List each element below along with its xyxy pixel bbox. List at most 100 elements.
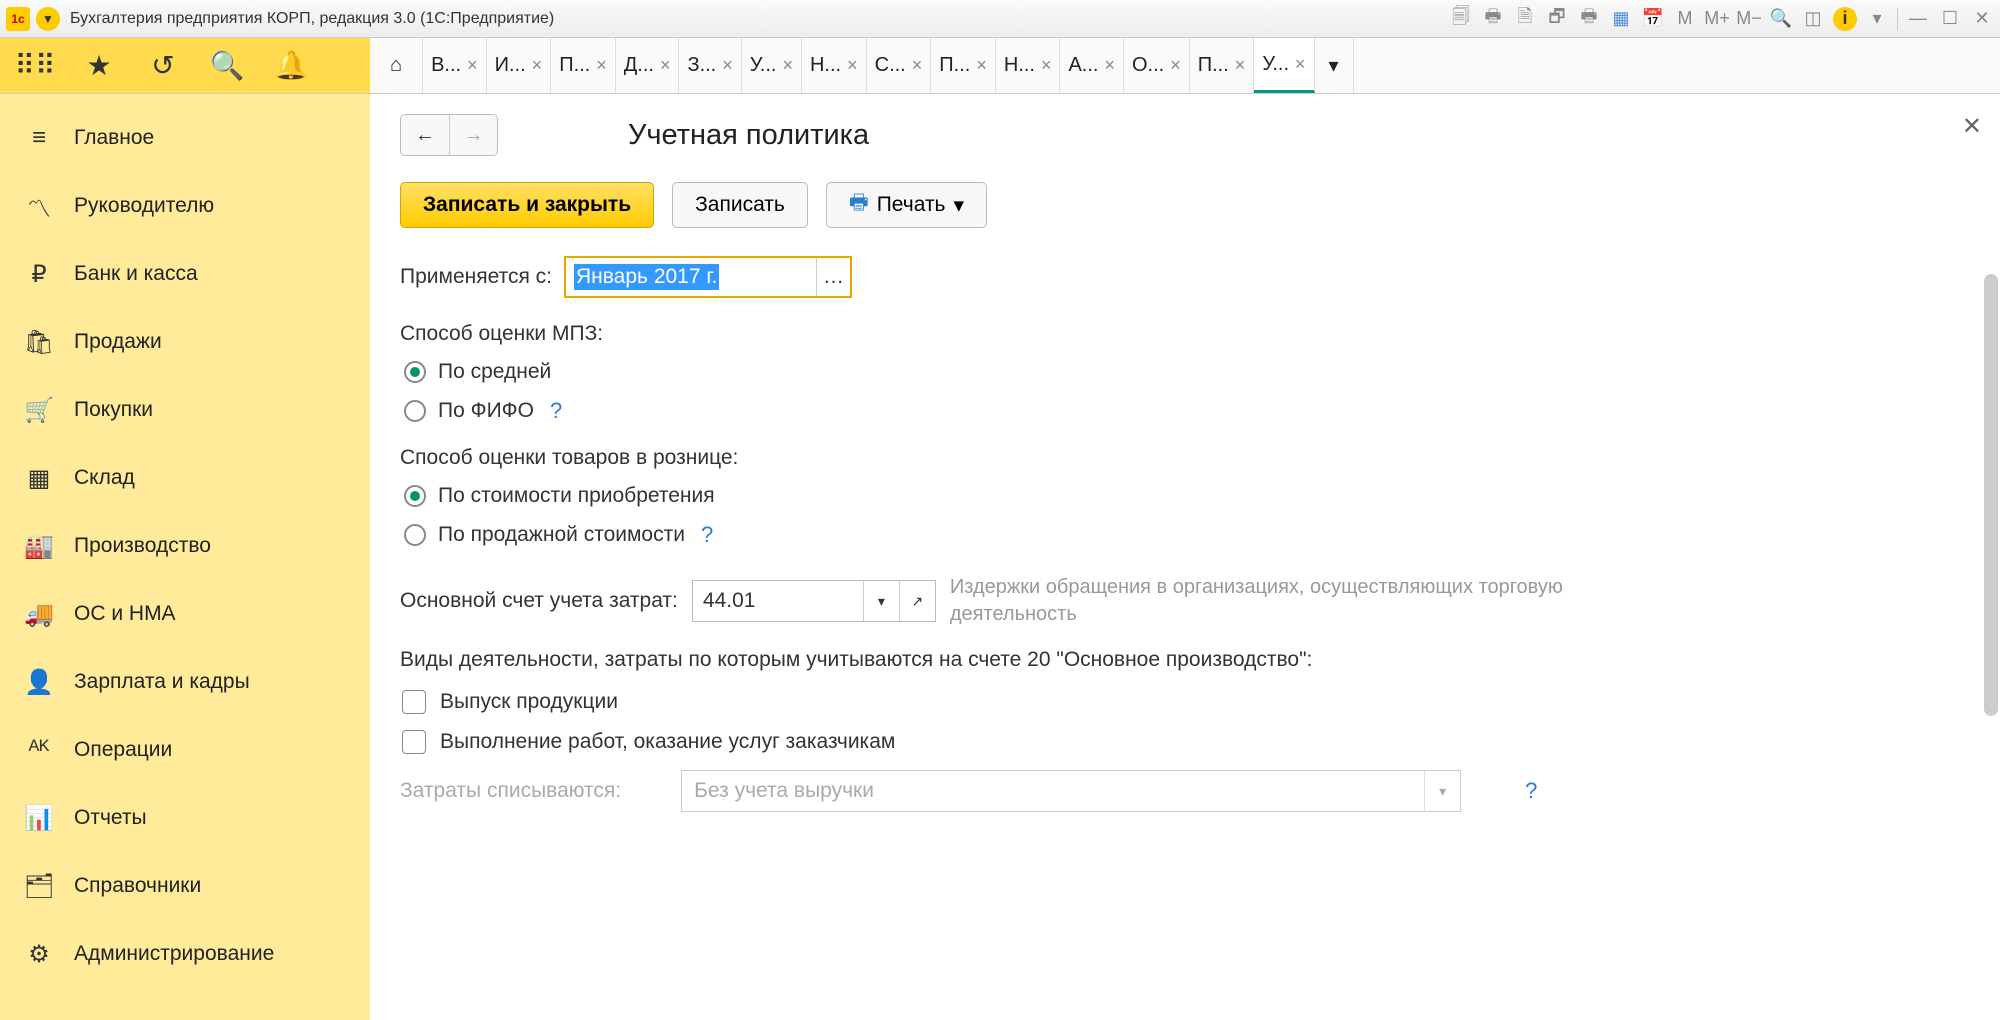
toolbar-compare-icon[interactable]: 🗗 [1545, 7, 1569, 31]
mpz-fifo-label: По ФИФО [438, 399, 534, 423]
tab-1[interactable]: И... × [487, 38, 552, 93]
sidebar-item-3[interactable]: 🛍Продажи [0, 308, 370, 376]
panel-icon[interactable]: ◫ [1801, 7, 1825, 31]
toolbar-print2-icon[interactable]: 🖶 [1577, 7, 1601, 31]
mpz-fifo-option[interactable]: По ФИФО ? [400, 398, 1970, 424]
help-icon[interactable]: ? [1525, 778, 1537, 804]
sidebar-item-10[interactable]: 📊Отчеты [0, 784, 370, 852]
favorites-icon[interactable]: ★ [82, 49, 116, 83]
tab-close-icon[interactable]: × [532, 55, 543, 76]
sidebar-label: Покупки [74, 398, 153, 422]
retail-cost-label: По стоимости приобретения [438, 484, 715, 508]
history-icon[interactable]: ↺ [146, 49, 180, 83]
tab-3[interactable]: Д...× [616, 38, 680, 93]
sidebar-icon: 📊 [24, 804, 54, 833]
close-page-icon[interactable]: ✕ [1962, 112, 1982, 141]
print-button[interactable]: 🖶 Печать ▾ [826, 182, 987, 228]
tab-close-icon[interactable]: × [976, 55, 987, 76]
account-field[interactable]: 44.01 ▾ ↗ [692, 580, 936, 622]
scrollbar[interactable] [1984, 274, 1998, 1010]
toolbar-save-icon[interactable]: 🗐 [1449, 7, 1473, 31]
retail-sale-option[interactable]: По продажной стоимости ? [400, 522, 1970, 548]
tab-7[interactable]: С...× [867, 38, 932, 93]
tab-9[interactable]: Н...× [996, 38, 1061, 93]
memory-mminus-icon[interactable]: M− [1737, 7, 1761, 31]
tab-6[interactable]: Н... × [802, 38, 867, 93]
mpz-avg-option[interactable]: По средней [400, 360, 1970, 384]
maximize-icon[interactable]: ☐ [1938, 7, 1962, 31]
sidebar-label: Зарплата и кадры [74, 670, 250, 694]
tab-close-icon[interactable]: × [467, 55, 478, 76]
sidebar-label: ОС и НМА [74, 602, 176, 626]
tab-home[interactable]: ⌂ [370, 38, 423, 93]
save-button[interactable]: Записать [672, 182, 808, 228]
close-window-icon[interactable]: ✕ [1970, 7, 1994, 31]
sidebar-item-0[interactable]: ≡Главное [0, 104, 370, 172]
account-dropdown-button[interactable]: ▾ [863, 581, 899, 621]
nav-buttons: ← → [400, 114, 498, 156]
tab-2[interactable]: П...× [551, 38, 616, 93]
minimize-icon[interactable]: — [1906, 7, 1930, 31]
scrollbar-thumb[interactable] [1984, 274, 1998, 716]
tab-close-icon[interactable]: × [660, 55, 671, 76]
printer-icon: 🖶 [849, 188, 869, 223]
tab-label: И... [495, 54, 526, 77]
sidebar-item-6[interactable]: 🏭Производство [0, 512, 370, 580]
account-open-button[interactable]: ↗ [899, 581, 935, 621]
tab-close-icon[interactable]: × [1235, 55, 1246, 76]
sidebar-item-4[interactable]: 🛒Покупки [0, 376, 370, 444]
tab-8[interactable]: П...× [931, 38, 996, 93]
tab-close-icon[interactable]: × [782, 55, 793, 76]
sidebar-item-12[interactable]: ⚙Администрирование [0, 920, 370, 988]
info-icon[interactable]: i [1833, 7, 1857, 31]
tab-4[interactable]: З...× [679, 38, 741, 93]
date-picker-button[interactable]: … [816, 258, 850, 296]
mpz-avg-label: По средней [438, 360, 551, 384]
tab-close-icon[interactable]: × [912, 55, 923, 76]
search-icon[interactable]: 🔍 [210, 49, 244, 83]
tab-close-icon[interactable]: × [1041, 55, 1052, 76]
help-icon[interactable]: ? [550, 398, 562, 424]
tab-close-icon[interactable]: × [847, 55, 858, 76]
sidebar-item-11[interactable]: 🗂Справочники [0, 852, 370, 920]
help-icon[interactable]: ? [701, 522, 713, 548]
app-menu-button[interactable]: ▼ [36, 7, 60, 31]
memory-m-icon[interactable]: M [1673, 7, 1697, 31]
tab-close-icon[interactable]: × [722, 55, 733, 76]
applies-from-field[interactable]: Январь 2017 г. … [564, 256, 852, 298]
sidebar-item-9[interactable]: ᴬᴷОперации [0, 716, 370, 784]
nav-forward-button[interactable]: → [449, 115, 497, 155]
tab-close-icon[interactable]: × [1170, 55, 1181, 76]
zoom-icon[interactable]: 🔍 [1769, 7, 1793, 31]
sidebar-item-8[interactable]: 👤Зарплата и кадры [0, 648, 370, 716]
tab-close-icon[interactable]: × [1104, 55, 1115, 76]
tab-0[interactable]: В...× [423, 38, 487, 93]
save-and-close-button[interactable]: Записать и закрыть [400, 182, 654, 228]
tab-11[interactable]: О...× [1124, 38, 1190, 93]
tab-5[interactable]: У...× [742, 38, 802, 93]
chk-output-option[interactable]: Выпуск продукции [400, 690, 1970, 714]
toolbar-doc-icon[interactable]: 🗎 [1513, 7, 1537, 31]
apps-grid-icon[interactable]: ⠿⠿ [18, 49, 52, 83]
sidebar-item-5[interactable]: ▦Склад [0, 444, 370, 512]
tab-10[interactable]: А...× [1060, 38, 1124, 93]
tabs-overflow-button[interactable]: ▾ [1315, 38, 1354, 93]
tab-close-icon[interactable]: × [596, 55, 607, 76]
notifications-icon[interactable]: 🔔 [274, 49, 308, 83]
toolbar-print-icon[interactable]: 🖶 [1481, 7, 1505, 31]
calendar-icon[interactable]: 📅 [1641, 7, 1665, 31]
memory-mplus-icon[interactable]: M+ [1705, 7, 1729, 31]
calculator-icon[interactable]: ▦ [1609, 7, 1633, 31]
activities-label: Виды деятельности, затраты по которым уч… [400, 648, 1970, 672]
tab-close-icon[interactable]: × [1295, 54, 1306, 75]
nav-back-button[interactable]: ← [401, 115, 449, 155]
retail-cost-option[interactable]: По стоимости приобретения [400, 484, 1970, 508]
tab-label: Н... [810, 54, 841, 77]
sidebar-item-7[interactable]: 🚚ОС и НМА [0, 580, 370, 648]
sidebar-item-1[interactable]: 〽Руководителю [0, 172, 370, 240]
tab-13[interactable]: У...× [1254, 38, 1314, 93]
info-dropdown-icon[interactable]: ▾ [1865, 7, 1889, 31]
chk-services-option[interactable]: Выполнение работ, оказание услуг заказчи… [400, 730, 1970, 754]
tab-12[interactable]: П...× [1190, 38, 1255, 93]
sidebar-item-2[interactable]: ₽Банк и касса [0, 240, 370, 308]
